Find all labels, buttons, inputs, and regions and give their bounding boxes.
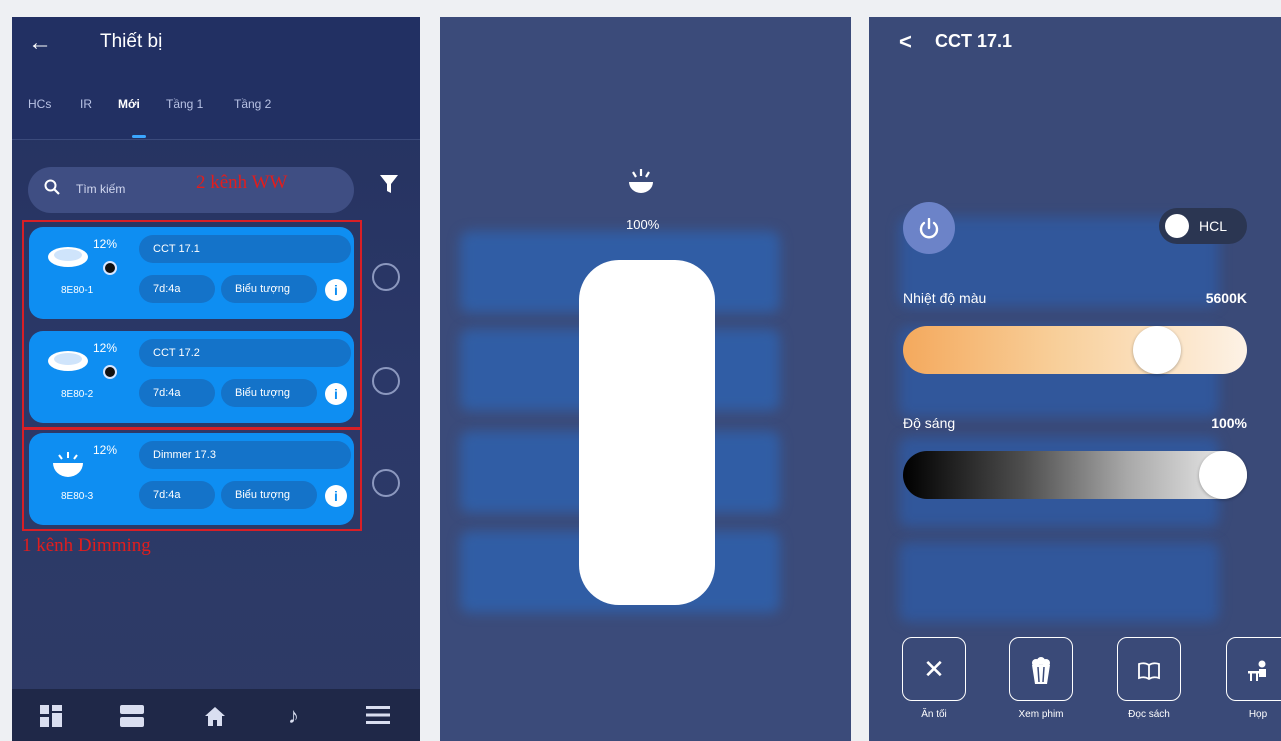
color-temp-slider[interactable] [903,326,1247,374]
info-icon[interactable]: i [325,279,347,301]
slider-knob[interactable] [1133,326,1181,374]
scene-label: Đọc sách [1128,709,1170,720]
brightness-slider[interactable] [579,260,715,605]
header: ← Thiết bị HCs IR Mới Tầng 1 Tầng 2 [12,17,420,139]
status-dot [103,261,117,275]
device-card[interactable]: 12% 8E80-2 CCT 17.2 7d:4a Biểu tượng i [29,331,354,423]
scene-xem-phim[interactable]: Xem phim [1009,637,1073,720]
page-title: Thiết bị [100,31,163,52]
book-icon [1117,637,1181,701]
home-icon[interactable] [204,705,226,731]
brightness-value: 100% [1211,415,1247,431]
blurred-background [899,542,1219,622]
brightness-value: 100% [626,217,660,232]
color-temp-label: Nhiệt độ màu [903,290,987,306]
device-room[interactable]: 7d:4a [139,379,215,407]
status-dot [103,365,117,379]
tab-ir[interactable]: IR [80,97,92,111]
select-radio[interactable] [372,367,400,395]
active-tab-indicator [132,135,146,138]
menu-icon[interactable] [366,705,390,729]
search-bar[interactable]: Tìm kiếm [28,167,354,213]
music-icon[interactable]: ♪ [288,705,299,727]
fork-knife-icon: ✕ [902,637,966,701]
arrow-left-icon[interactable]: ← [28,29,52,57]
device-id: 8E80-1 [61,285,94,296]
scene-hop[interactable]: Họp [1226,637,1281,720]
filter-icon[interactable] [380,175,398,201]
device-room[interactable]: 7d:4a [139,481,215,509]
info-icon[interactable]: i [325,383,347,405]
device-name[interactable]: Dimmer 17.3 [139,441,351,469]
tab-moi[interactable]: Mới [118,97,140,111]
hcl-label: HCL [1199,218,1228,234]
select-radio[interactable] [372,263,400,291]
scene-label: Xem phim [1018,709,1064,720]
ceiling-lamp-icon [47,245,89,269]
scene-doc-sach[interactable]: Đọc sách [1117,637,1181,720]
tab-tang-2[interactable]: Tầng 2 [234,97,271,111]
meeting-icon [1226,637,1281,701]
rooms-icon[interactable] [120,705,144,731]
device-room[interactable]: 7d:4a [139,275,215,303]
device-card[interactable]: 12% 8E80-1 CCT 17.1 7d:4a Biểu tượng i [29,227,354,319]
device-percent: 12% [93,341,118,355]
device-percent: 12% [93,237,118,251]
annotation-1-kenh-dimming: 1 kênh Dimming [22,535,151,556]
page-title: CCT 17.1 [935,31,1013,51]
cct-control-screen: < CCT 17.1 HCL Nhiệt độ màu 5600K Độ sán… [869,17,1281,741]
tab-hcs[interactable]: HCs [28,97,51,111]
bottom-nav: ♪ [12,689,420,741]
icon-chooser-button[interactable]: Biểu tượng [221,275,317,303]
scene-label: Họp [1248,709,1268,720]
device-card[interactable]: 12% 8E80-3 Dimmer 17.3 7d:4a Biểu tượng … [29,433,354,525]
select-radio[interactable] [372,469,400,497]
device-name[interactable]: CCT 17.2 [139,339,351,367]
chevron-left-icon[interactable]: < [899,29,912,55]
color-temp-value: 5600K [1205,290,1247,306]
dimmer-lamp-icon [47,451,89,477]
tab-tang-1[interactable]: Tầng 1 [166,97,203,111]
popcorn-icon [1009,637,1073,701]
annotation-2-kenh-ww: 2 kênh WW [196,172,288,193]
brightness-slider[interactable] [903,451,1247,499]
hcl-toggle[interactable]: HCL [1159,208,1247,244]
device-id: 8E80-3 [61,491,94,502]
toggle-knob [1165,214,1189,238]
divider [12,139,420,140]
slider-knob[interactable] [1199,451,1247,499]
ceiling-lamp-icon [47,349,89,373]
search-input[interactable]: Tìm kiếm [76,182,125,196]
icon-chooser-button[interactable]: Biểu tượng [221,481,317,509]
search-icon [44,179,60,200]
device-percent: 12% [93,443,118,457]
lamp-icon [626,167,656,205]
device-id: 8E80-2 [61,389,94,400]
brightness-popup-screen: 100% [440,17,851,741]
scene-label: Ăn tối [921,709,947,720]
device-list-screen: ← Thiết bị HCs IR Mới Tầng 1 Tầng 2 Tìm … [12,17,420,741]
icon-chooser-button[interactable]: Biểu tượng [221,379,317,407]
device-name[interactable]: CCT 17.1 [139,235,351,263]
grid-icon[interactable] [40,705,62,731]
brightness-label: Độ sáng [903,415,956,431]
scene-an-toi[interactable]: ✕ Ăn tối [902,637,966,720]
power-button[interactable] [903,202,955,254]
info-icon[interactable]: i [325,485,347,507]
